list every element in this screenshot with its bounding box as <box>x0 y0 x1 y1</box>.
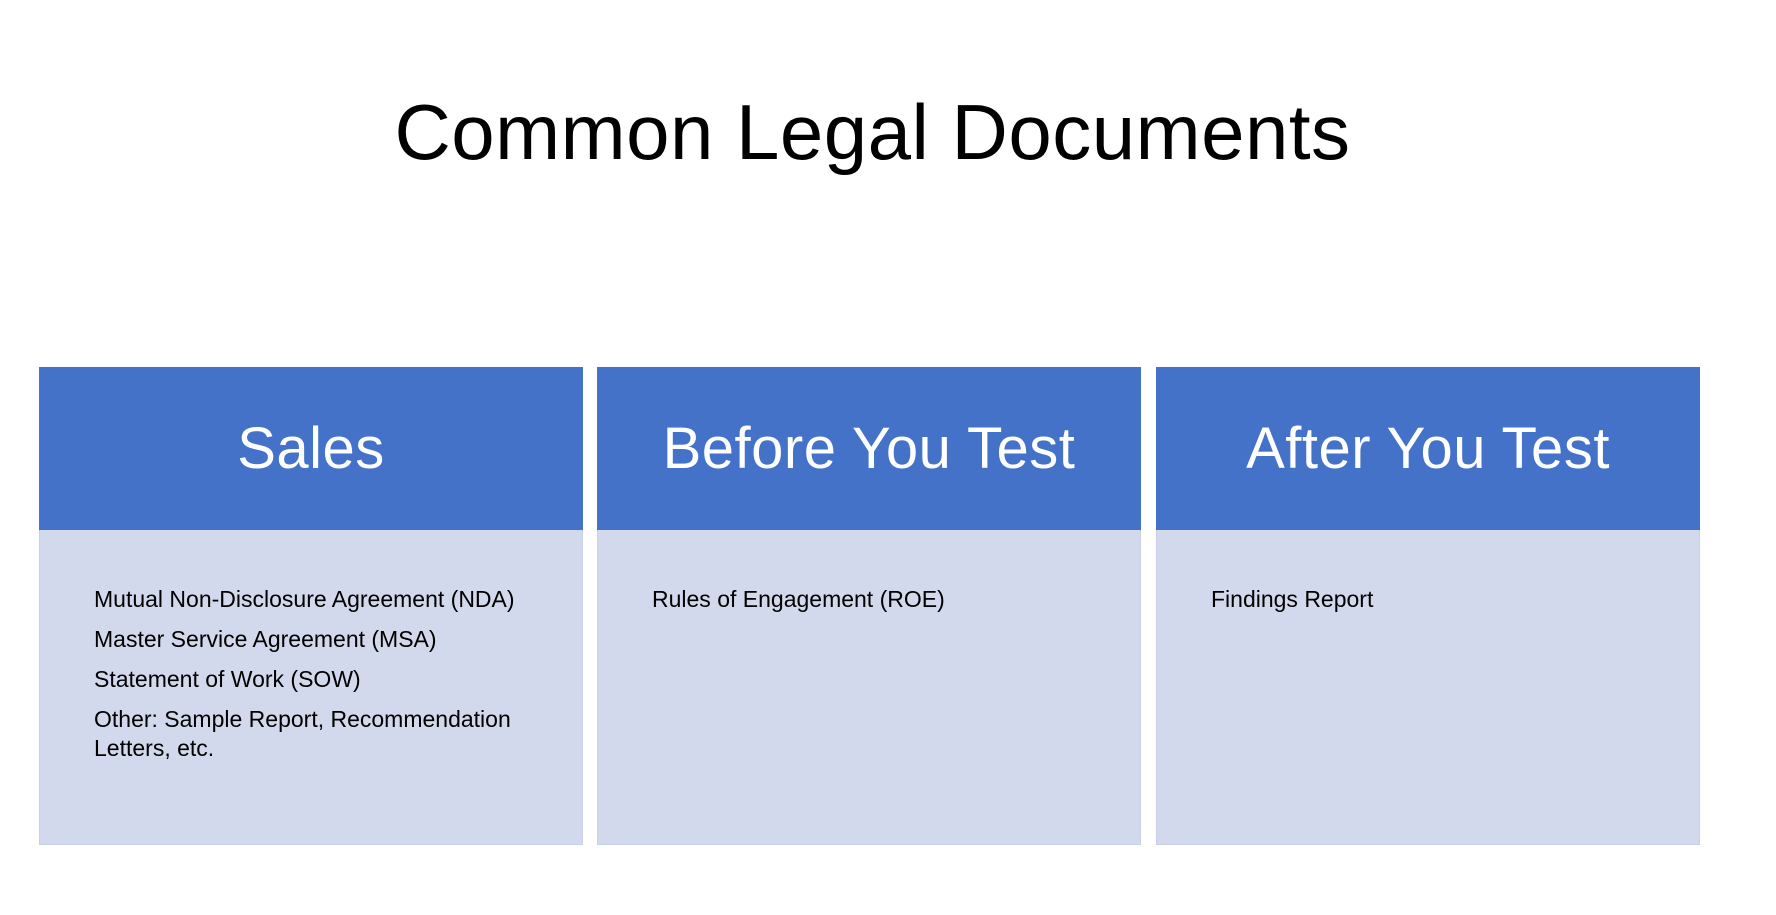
list-item: Mutual Non-Disclosure Agreement (NDA) <box>94 586 515 612</box>
list-item: Findings Report <box>1211 586 1374 612</box>
list-item: Rules of Engagement (ROE) <box>652 586 945 612</box>
column-after-you-test: After You Test Findings Report <box>1156 367 1700 845</box>
slide-title: Common Legal Documents <box>394 88 1351 176</box>
column-body-sales: Mutual Non-Disclosure Agreement (NDA) Ma… <box>39 530 583 845</box>
column-before-you-test: Before You Test Rules of Engagement (ROE… <box>597 367 1141 845</box>
column-body-after-you-test: Findings Report <box>1156 530 1700 845</box>
slide: Common Legal Documents Sales Mutual Non-… <box>0 0 1776 915</box>
column-heading-before-you-test: Before You Test <box>597 367 1141 530</box>
column-sales: Sales Mutual Non-Disclosure Agreement (N… <box>39 367 583 845</box>
column-body-before-you-test: Rules of Engagement (ROE) <box>597 530 1141 845</box>
list-item: Statement of Work (SOW) <box>94 666 361 692</box>
list-item: Other: Sample Report, Recommendation Let… <box>94 706 511 761</box>
column-heading-sales: Sales <box>39 367 583 530</box>
list-item: Master Service Agreement (MSA) <box>94 626 437 652</box>
column-heading-after-you-test: After You Test <box>1156 367 1700 530</box>
